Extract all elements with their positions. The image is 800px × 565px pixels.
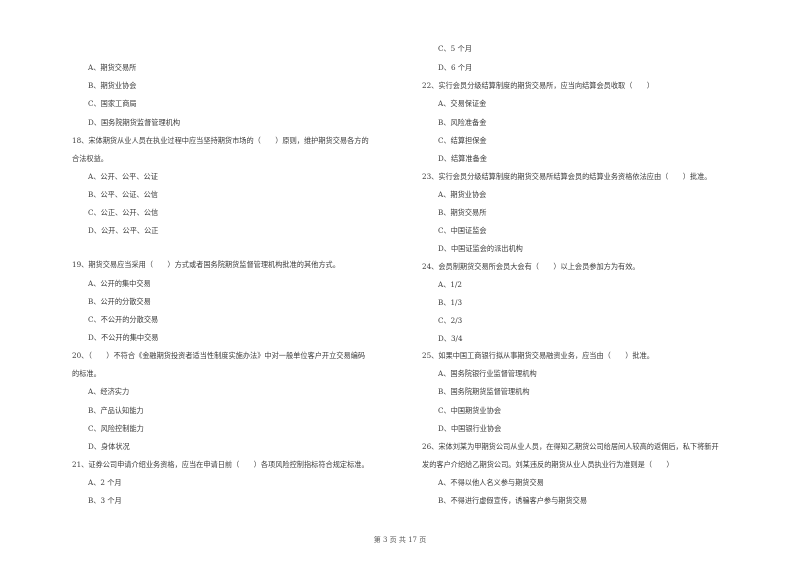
answer-option: D、不公开的集中交易 — [88, 333, 159, 342]
question-text-continued: 的标准。 — [72, 369, 101, 378]
answer-option: B、风险准备金 — [438, 118, 487, 127]
question-text-continued: 合法权益。 — [72, 154, 108, 163]
question-text: 24、会员制期货交易所会员大会有（ ）以上会员参加方为有效。 — [422, 262, 640, 271]
answer-option: D、中国证监会的派出机构 — [438, 244, 523, 253]
answer-option: D、国务院期货监督管理机构 — [88, 118, 181, 127]
answer-option: A、1/2 — [438, 280, 462, 289]
question-text: 19、期货交易应当采用（ ）方式或者国务院期货监督管理机构批准的其他方式。 — [72, 260, 340, 269]
answer-option: C、5 个月 — [438, 44, 472, 53]
question-text: 18、宋体期货从业人员在执业过程中应当坚持期货市场的（ ）原则，维护期货交易各方… — [72, 136, 369, 145]
answer-option: B、国务院期货监督管理机构 — [438, 387, 530, 396]
answer-option: B、期货业协会 — [88, 81, 137, 90]
question-text: 21、证券公司申请介绍业务资格，应当在申请日前（ ）各项风险控制指标符合规定标准… — [72, 460, 369, 469]
question-text: 20、（ ）不符合《金融期货投资者适当性制度实施办法》中对一般单位客户开立交易编… — [72, 351, 366, 360]
answer-option: B、产品认知能力 — [88, 406, 144, 415]
answer-option: B、公平、公证、公信 — [88, 190, 158, 199]
answer-option: D、3/4 — [438, 334, 463, 343]
answer-option: C、2/3 — [438, 316, 463, 325]
answer-option: B、期货交易所 — [438, 208, 487, 217]
question-text: 25、如果中国工商银行拟从事期货交易融资业务，应当由（ ）批准。 — [422, 351, 654, 360]
answer-option: C、公正、公开、公信 — [88, 208, 159, 217]
answer-option: A、国务院银行业监督管理机构 — [438, 369, 537, 378]
answer-option: A、交易保证金 — [438, 99, 487, 108]
answer-option: A、期货交易所 — [88, 63, 137, 72]
answer-option: C、中国证监会 — [438, 226, 487, 235]
answer-option: C、中国期货业协会 — [438, 406, 502, 415]
answer-option: C、风险控制能力 — [88, 424, 144, 433]
question-text: 22、实行会员分级结算制度的期货交易所，应当向结算会员收取（ ） — [422, 81, 654, 90]
answer-option: D、身体状况 — [88, 442, 130, 451]
answer-option: A、公开的集中交易 — [88, 279, 151, 288]
answer-option: C、结算担保金 — [438, 136, 487, 145]
answer-option: B、1/3 — [438, 298, 463, 307]
answer-option: D、结算准备金 — [438, 154, 487, 163]
answer-option: D、公开、公平、公正 — [88, 226, 159, 235]
answer-option: C、不公开的分散交易 — [88, 315, 159, 324]
answer-option: D、中国银行业协会 — [438, 424, 502, 433]
answer-option: B、3 个月 — [88, 496, 122, 505]
answer-option: A、2 个月 — [88, 478, 122, 487]
answer-option: A、期货业协会 — [438, 190, 487, 199]
answer-option: A、不得以他人名义参与期货交易 — [438, 478, 544, 487]
answer-option: D、6 个月 — [438, 63, 473, 72]
answer-option: B、公开的分散交易 — [88, 297, 151, 306]
question-text: 26、宋体刘某为甲期货公司从业人员，在得知乙期货公司给居间人较高的返佣后，私下将… — [422, 442, 719, 451]
page-footer: 第 3 页 共 17 页 — [373, 536, 427, 544]
question-text-continued: 发的客户介绍给乙期货公司。刘某违反的期货从业人员执业行为准则是（ ） — [422, 460, 674, 469]
answer-option: B、不得进行虚假宣传，诱骗客户参与期货交易 — [438, 496, 588, 505]
question-text: 23、实行会员分级结算制度的期货交易所结算会员的结算业务资格依法应由（ ）批准。 — [422, 172, 712, 181]
answer-option: A、经济实力 — [88, 387, 130, 396]
answer-option: C、国家工商局 — [88, 99, 137, 108]
answer-option: A、公开、公平、公证 — [88, 172, 158, 181]
